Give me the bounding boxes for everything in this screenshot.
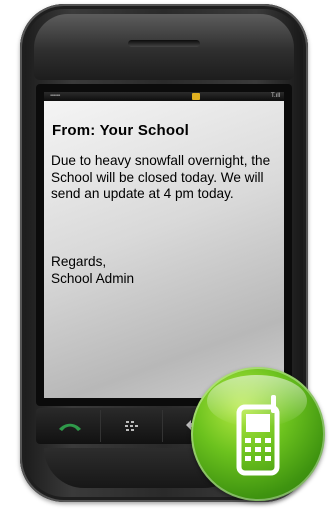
mobile-phone-icon — [236, 395, 280, 476]
menu-button[interactable] — [102, 410, 163, 442]
status-bar: ▪▪▪▪▪▪ T.ıll — [44, 92, 284, 101]
mobile-badge — [191, 367, 325, 501]
phone-call-icon — [59, 423, 81, 431]
earpiece-speaker — [128, 40, 200, 47]
message-signature: Regards, School Admin — [51, 254, 135, 286]
status-indicator: ▪▪▪▪▪▪ — [50, 93, 60, 99]
blackberry-menu-icon — [125, 421, 138, 431]
message-body: Due to heavy snowfall overnight, the Sch… — [51, 153, 271, 201]
phone-top-bezel — [34, 14, 294, 80]
message-sender: From: Your School — [52, 122, 190, 139]
call-button[interactable] — [40, 410, 101, 442]
notification-icon — [192, 93, 200, 100]
phone-screen: ▪▪▪▪▪▪ T.ıll From: Your School Due to he… — [44, 92, 284, 398]
signal-strength-icon: T.ıll — [271, 93, 280, 99]
